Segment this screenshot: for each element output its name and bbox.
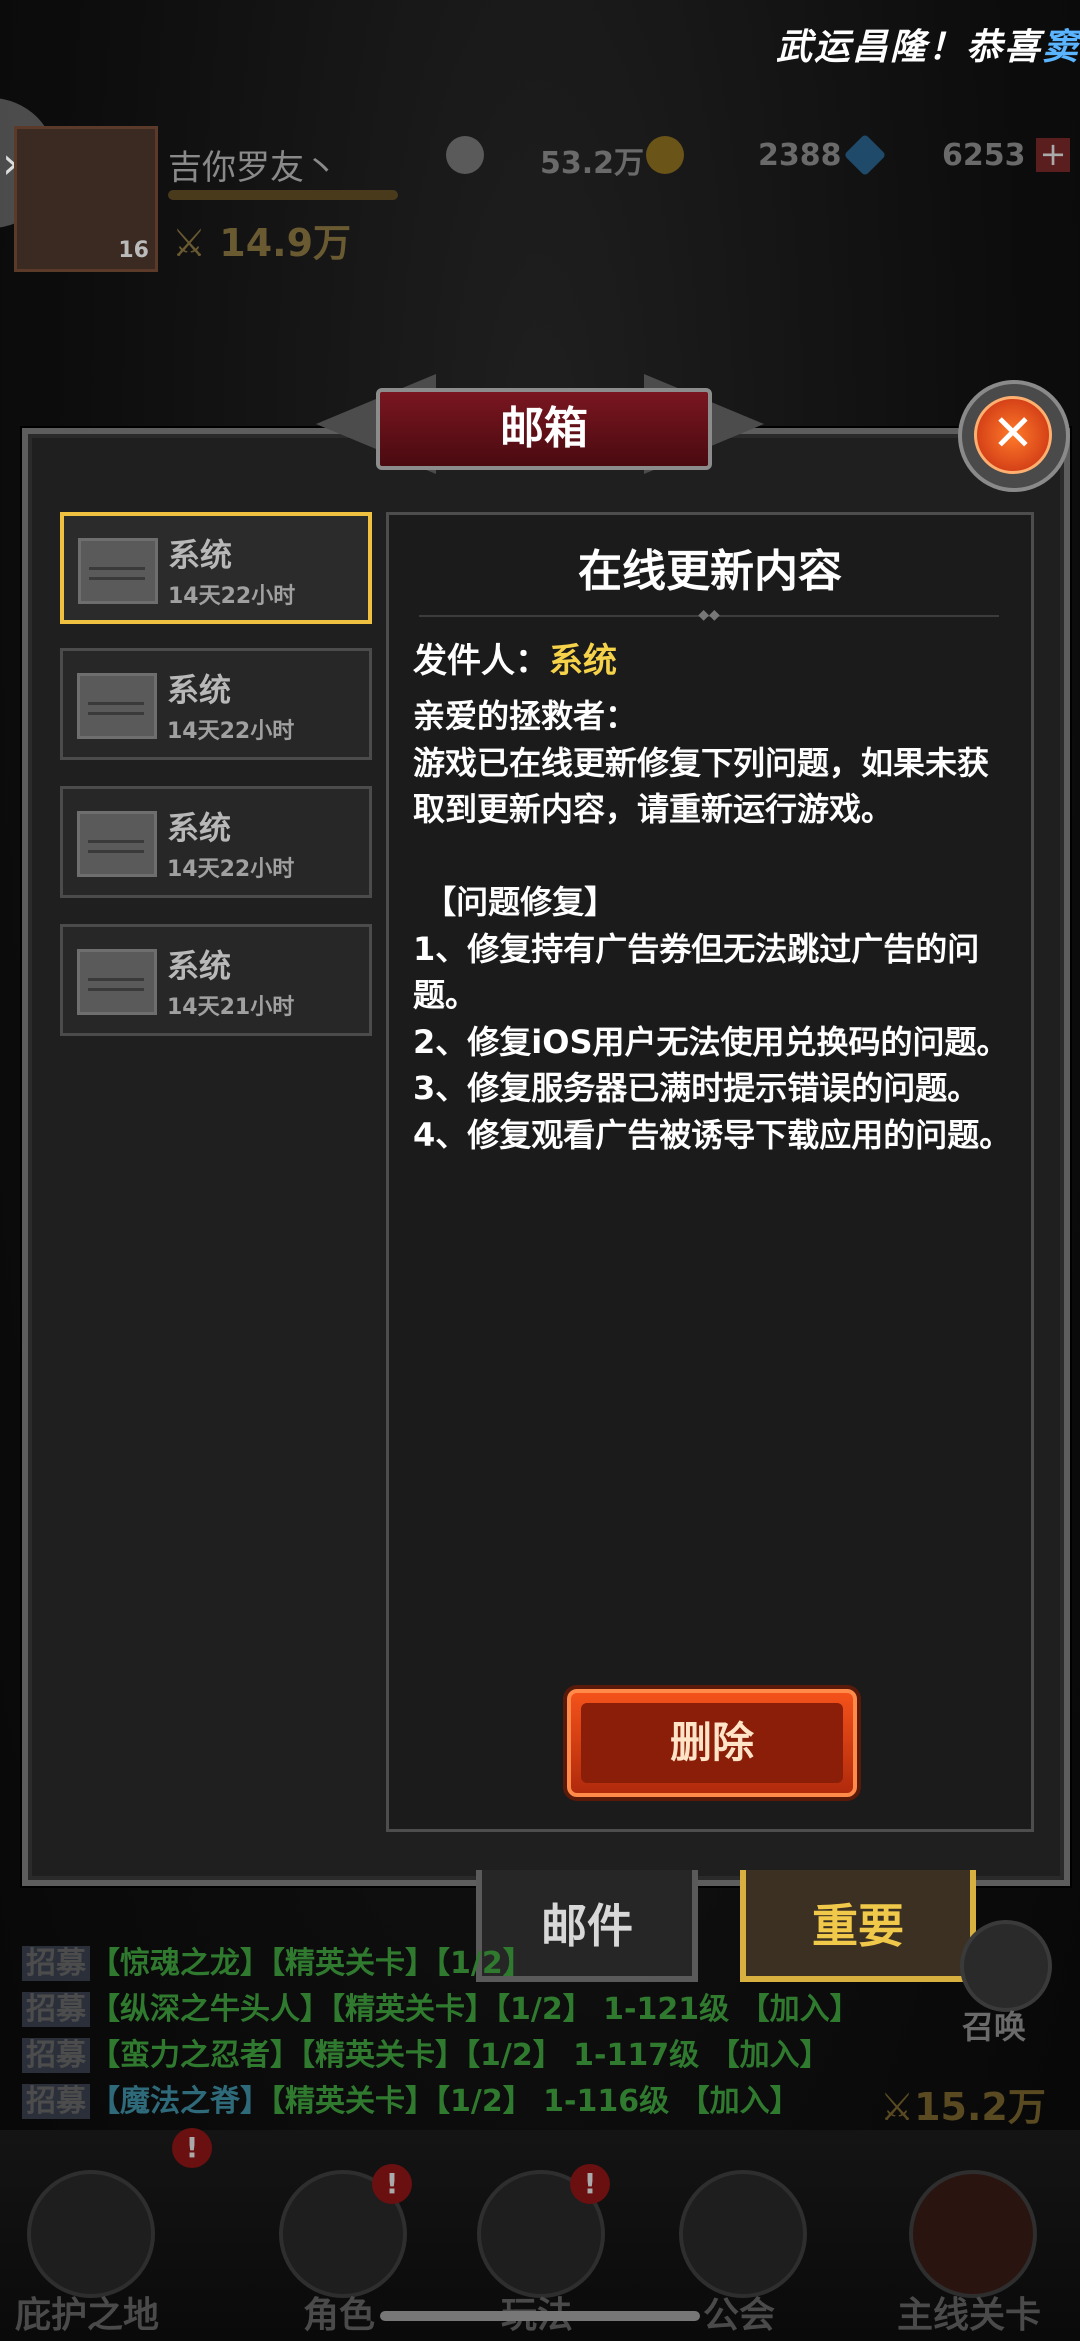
- nav-character[interactable]: 角色 !: [264, 2164, 414, 2336]
- dialog-title-plate: 邮箱: [316, 360, 764, 490]
- gold-coin-value: 2388: [758, 138, 842, 173]
- team-power: ⚔15.2万: [880, 2085, 1046, 2129]
- mail-title: 在线更新内容: [578, 546, 842, 597]
- silver-coin-icon: [446, 136, 484, 174]
- envelope-icon: [77, 949, 157, 1015]
- mail-list-item[interactable]: 系统 14天22小时: [60, 512, 372, 624]
- player-level: 16: [118, 238, 149, 263]
- chat-line[interactable]: 招募 【蛮力之忍者】【精英关卡】【1/2】 1-117级 【加入】: [22, 2030, 830, 2074]
- gold-coin-icon: [646, 136, 684, 174]
- mail-from: 发件人：系统: [413, 641, 617, 681]
- boss-icon: [909, 2170, 1037, 2298]
- nav-label: 庇护之地: [14, 2295, 159, 2336]
- chat-line[interactable]: 招募 【魔法之脊】【精英关卡】【1/2】 1-116级 【加入】: [22, 2076, 800, 2120]
- tab-important[interactable]: 重要: [740, 1870, 976, 1982]
- divider-ornament-icon: ◆◆: [698, 607, 720, 623]
- home-indicator[interactable]: [380, 2311, 700, 2321]
- mail-time: 14天22小时: [167, 719, 295, 744]
- add-diamond-button[interactable]: +: [1036, 138, 1070, 172]
- mail-list-item[interactable]: 系统 14天22小时: [60, 648, 372, 760]
- summon-label: 召唤: [962, 2008, 1027, 2046]
- mail-list-item[interactable]: 系统 14天21小时: [60, 924, 372, 1036]
- delete-button-label: 删除: [581, 1703, 843, 1783]
- player-power: ⚔ 14.9万: [172, 221, 352, 265]
- mail-sender: 系统: [167, 947, 232, 985]
- mail-from-name: 系统: [549, 641, 617, 681]
- guild-shield-icon: [679, 2170, 807, 2298]
- close-icon: ✕: [974, 396, 1052, 474]
- nav-sanctuary[interactable]: 庇护之地 !: [12, 2128, 212, 2336]
- broadcast-banner: 武运昌隆！恭喜窦: [775, 27, 1080, 68]
- mail-list-item[interactable]: 系统 14天22小时: [60, 786, 372, 898]
- nav-label: 主线关卡: [896, 2295, 1041, 2336]
- exp-bar: [168, 190, 398, 200]
- castle-icon: [27, 2170, 155, 2298]
- nav-gameplay[interactable]: 玩法 !: [462, 2164, 612, 2336]
- envelope-icon: [78, 538, 158, 604]
- avatar[interactable]: 16: [14, 126, 158, 272]
- nav-main-stage[interactable]: 主线关卡: [884, 2170, 1054, 2336]
- mail-time: 14天21小时: [167, 995, 295, 1020]
- mail-body: 亲爱的拯救者： 游戏已在线更新修复下列问题，如果未获取到更新内容，请重新运行游戏…: [413, 697, 1012, 1154]
- chat-line[interactable]: 招募 【惊魂之龙】【精英关卡】【1/2】: [22, 1938, 533, 1982]
- alert-badge: !: [570, 2164, 610, 2204]
- summon-button[interactable]: [960, 1920, 1052, 2012]
- envelope-icon: [77, 811, 157, 877]
- mail-sender: 系统: [167, 671, 232, 709]
- chat-line[interactable]: 招募 【纵深之牛头人】【精英关卡】【1/2】 1-121级 【加入】: [22, 1984, 860, 2028]
- mail-sender: 系统: [167, 809, 232, 847]
- diamond-value: 6253: [942, 138, 1026, 173]
- envelope-icon: [77, 673, 157, 739]
- divider: ◆◆: [419, 607, 999, 623]
- player-name: 吉你罗友丶: [168, 148, 338, 188]
- mail-detail-panel: 在线更新内容 ◆◆ 发件人：系统 亲爱的拯救者： 游戏已在线更新修复下列问题，如…: [386, 512, 1034, 1832]
- nav-guild[interactable]: 公会: [664, 2170, 814, 2336]
- mail-time: 14天22小时: [167, 857, 295, 882]
- alert-badge: !: [172, 2128, 212, 2168]
- delete-button[interactable]: 删除: [567, 1689, 857, 1797]
- mail-sender: 系统: [168, 536, 233, 574]
- dialog-title: 邮箱: [376, 388, 712, 470]
- close-button[interactable]: ✕: [958, 380, 1070, 492]
- alert-badge: !: [372, 2164, 412, 2204]
- silver-coin-value: 53.2万: [540, 146, 645, 181]
- mail-time: 14天22小时: [168, 584, 296, 609]
